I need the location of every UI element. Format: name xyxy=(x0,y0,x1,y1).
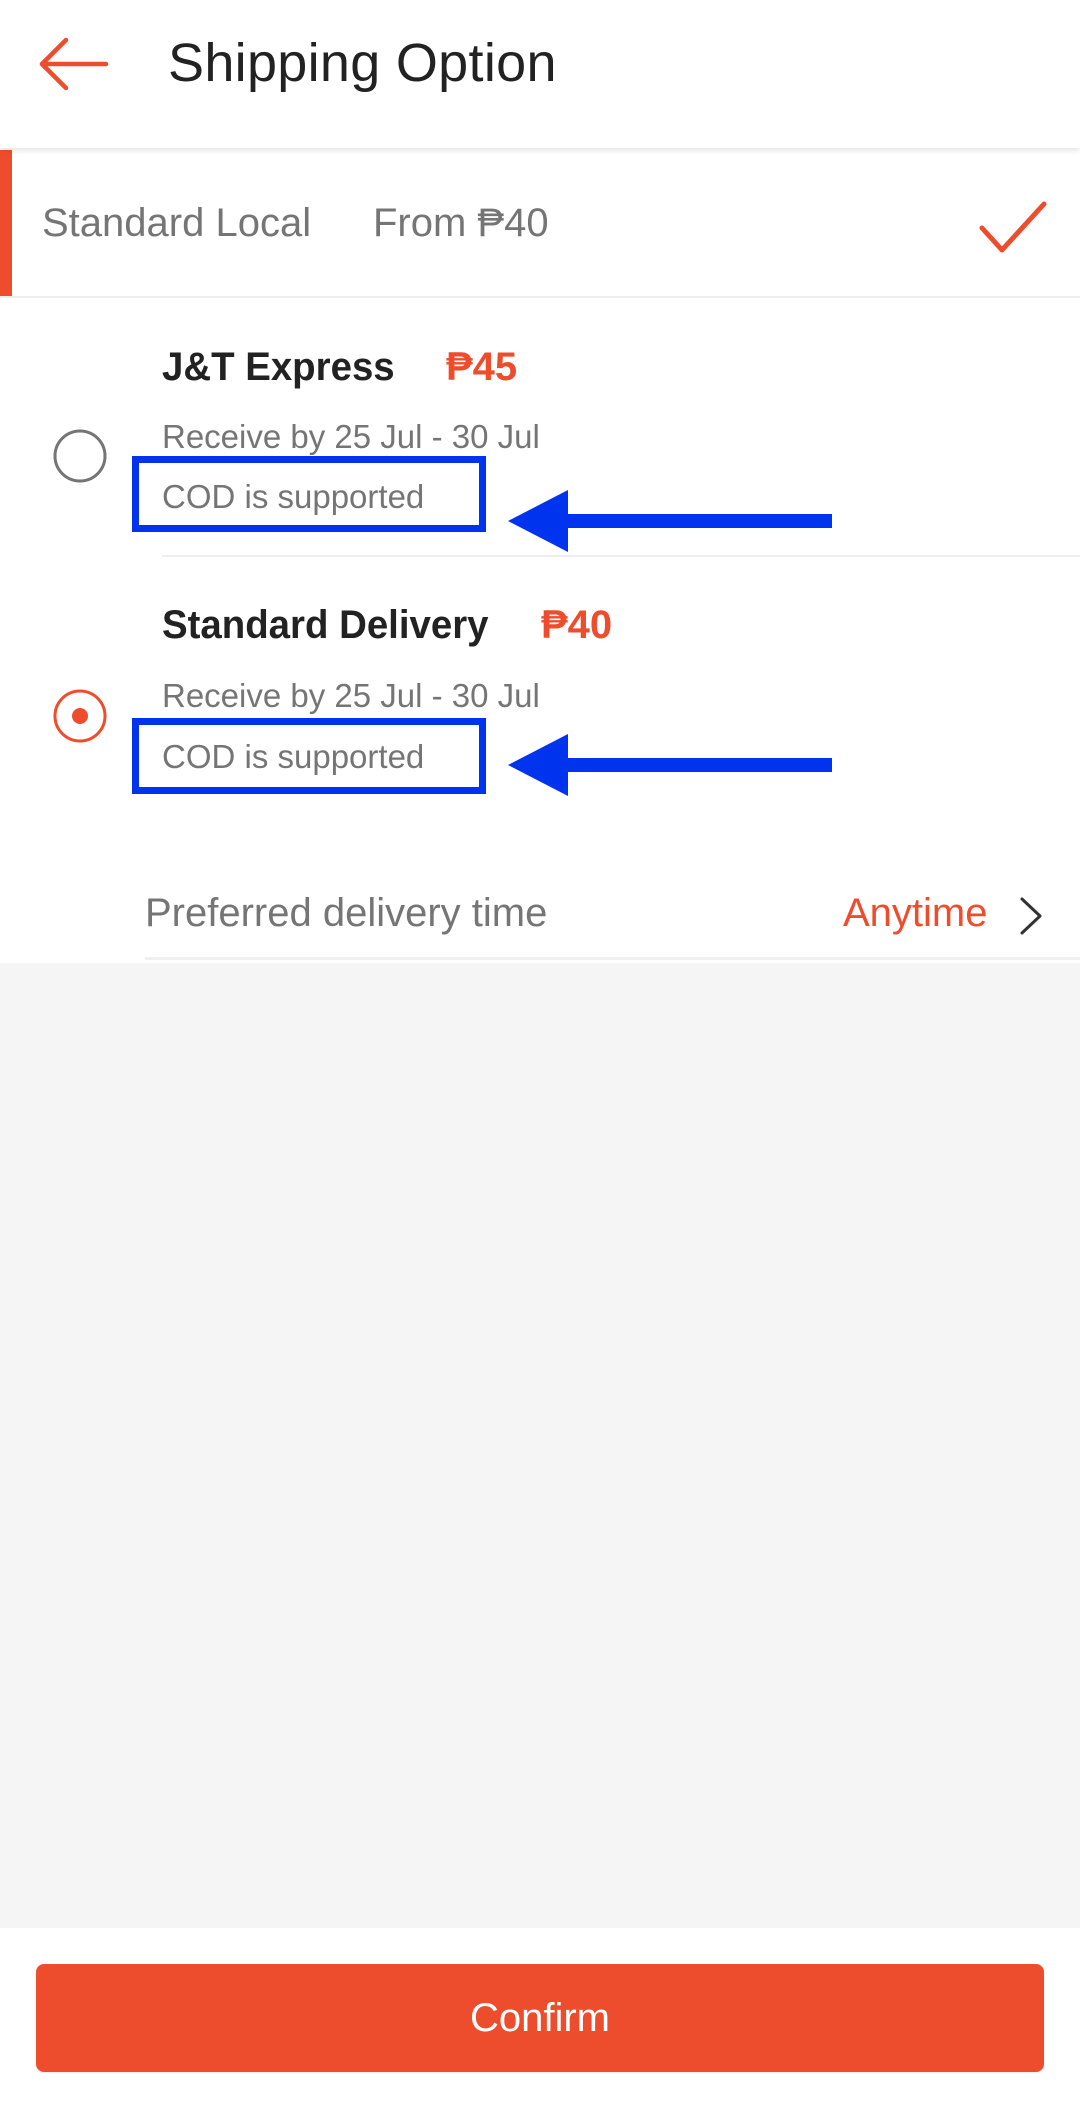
option-divider xyxy=(162,555,1080,557)
annotation-arrow-left-icon xyxy=(508,734,832,796)
radio-unselected-icon[interactable] xyxy=(53,429,107,483)
carrier-name: Standard Delivery xyxy=(162,603,489,647)
app-header: Shipping Option xyxy=(0,0,1080,148)
annotation-arrow-left-icon xyxy=(508,490,832,552)
radio-selected-icon[interactable] xyxy=(53,689,107,743)
category-price: From ₱40 xyxy=(373,201,549,245)
annotation-highlight-box xyxy=(132,456,486,532)
preferred-delivery-label: Preferred delivery time xyxy=(145,891,548,935)
row-divider xyxy=(145,957,1080,960)
annotation-highlight-box xyxy=(132,718,486,794)
selected-category-indicator xyxy=(0,150,12,296)
delivery-estimate: Receive by 25 Jul - 30 Jul xyxy=(162,677,540,714)
shipping-category-standard-local[interactable]: Standard Local From ₱40 xyxy=(0,150,1080,298)
footer-bar: Confirm xyxy=(0,1928,1080,2125)
shipping-options-panel: Standard Local From ₱40 J&T Express ₱45 … xyxy=(0,148,1080,963)
page-title: Shipping Option xyxy=(168,33,557,93)
shipping-option-standard-delivery[interactable]: Standard Delivery ₱40 Receive by 25 Jul … xyxy=(0,558,1080,848)
carrier-price: ₱40 xyxy=(541,603,613,647)
preferred-delivery-value: Anytime xyxy=(843,891,988,935)
chevron-right-icon xyxy=(1020,897,1042,935)
category-name: Standard Local xyxy=(42,201,312,245)
arrow-left-icon[interactable] xyxy=(38,36,110,92)
carrier-name: J&T Express xyxy=(162,345,395,389)
carrier-price: ₱45 xyxy=(446,345,518,389)
preferred-delivery-time-row[interactable]: Preferred delivery time Anytime xyxy=(0,848,1080,960)
confirm-button[interactable]: Confirm xyxy=(36,1964,1044,2072)
delivery-estimate: Receive by 25 Jul - 30 Jul xyxy=(162,418,540,455)
checkmark-icon xyxy=(979,201,1047,253)
